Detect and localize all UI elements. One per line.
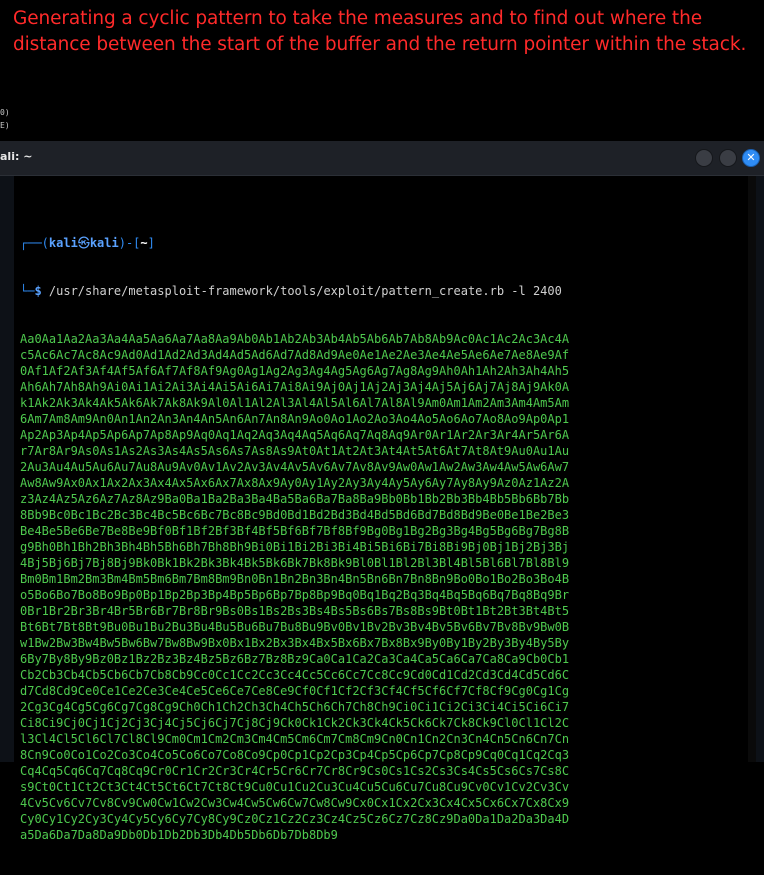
- output-line: Bt6Bt7Bt8Bt9Bu0Bu1Bu2Bu3Bu4Bu5Bu6Bu7Bu8B…: [20, 620, 570, 634]
- window-title: ali: ~: [0, 150, 33, 163]
- output-line: Cq4Cq5Cq6Cq7Cq8Cq9Cr0Cr1Cr2Cr3Cr4Cr5Cr6C…: [20, 764, 570, 778]
- output-line: 2Au3Au4Au5Au6Au7Au8Au9Av0Av1Av2Av3Av4Av5…: [20, 460, 570, 474]
- output-line: c5Ac6Ac7Ac8Ac9Ad0Ad1Ad2Ad3Ad4Ad5Ad6Ad7Ad…: [20, 348, 570, 362]
- caption-line-1: Generating a cyclic pattern to take the …: [13, 8, 702, 29]
- output-line: 0Br1Br2Br3Br4Br5Br6Br7Br8Br9Bs0Bs1Bs2Bs3…: [20, 604, 570, 618]
- output-line: 4Bj5Bj6Bj7Bj8Bj9Bk0Bk1Bk2Bk3Bk4Bk5Bk6Bk7…: [20, 556, 570, 570]
- prompt-corner: └─: [20, 284, 35, 298]
- output-line: Ci8Ci9Cj0Cj1Cj2Cj3Cj4Cj5Cj6Cj7Cj8Cj9Ck0C…: [20, 716, 570, 730]
- output-line: Aa0Aa1Aa2Aa3Aa4Aa5Aa6Aa7Aa8Aa9Ab0Ab1Ab2A…: [20, 332, 570, 346]
- output-line: 2Cg3Cg4Cg5Cg6Cg7Cg8Cg9Ch0Ch1Ch2Ch3Ch4Ch5…: [20, 700, 570, 714]
- output-line: Aw8Aw9Ax0Ax1Ax2Ax3Ax4Ax5Ax6Ax7Ax8Ax9Ay0A…: [20, 476, 570, 490]
- output-line: o5Bo6Bo7Bo8Bo9Bp0Bp1Bp2Bp3Bp4Bp5Bp6Bp7Bp…: [20, 588, 570, 602]
- output-line: Bm0Bm1Bm2Bm3Bm4Bm5Bm6Bm7Bm8Bm9Bn0Bn1Bn2B…: [20, 572, 570, 586]
- command-line: └─$ /usr/share/metasploit-framework/tool…: [20, 283, 750, 299]
- window-titlebar[interactable]: ali: ~ ✕: [0, 141, 764, 176]
- output-line: Be4Be5Be6Be7Be8Be9Bf0Bf1Bf2Bf3Bf4Bf5Bf6B…: [20, 524, 570, 538]
- prompt-user: kali: [48, 236, 78, 250]
- prompt-dir: ~: [140, 236, 148, 250]
- prompt-mid: )-[: [118, 236, 141, 250]
- output-line: a5Da6Da7Da8Da9Db0Db1Db2Db3Db4Db5Db6Db7Db…: [20, 828, 338, 842]
- output-line: 8Bb9Bc0Bc1Bc2Bc3Bc4Bc5Bc6Bc7Bc8Bc9Bd0Bd1…: [20, 508, 570, 522]
- output-line: d7Cd8Cd9Ce0Ce1Ce2Ce3Ce4Ce5Ce6Ce7Ce8Ce9Cf…: [20, 684, 570, 698]
- output-line: Cb2Cb3Cb4Cb5Cb6Cb7Cb8Cb9Cc0Cc1Cc2Cc3Cc4C…: [20, 668, 570, 682]
- output-line: Cy0Cy1Cy2Cy3Cy4Cy5Cy6Cy7Cy8Cy9Cz0Cz1Cz2C…: [20, 812, 570, 826]
- caption-line-2: distance between the start of the buffer…: [13, 34, 747, 55]
- prompt-open: ┌──(: [20, 236, 49, 250]
- terminal-window: ali: ~ ✕ ┌──(kali㉿kali)-[~] └─$ /usr/sha…: [0, 141, 764, 842]
- prompt-close: ]: [147, 236, 155, 250]
- prompt-host: kali: [89, 236, 119, 250]
- close-button[interactable]: ✕: [742, 149, 760, 167]
- minimize-button[interactable]: [695, 149, 713, 167]
- annotation-caption: Generating a cyclic pattern to take the …: [13, 6, 758, 58]
- terminal-scrollbar[interactable]: [748, 176, 756, 762]
- pattern-output: Aa0Aa1Aa2Aa3Aa4Aa5Aa6Aa7Aa8Aa9Ab0Ab1Ab2A…: [20, 331, 750, 843]
- prompt-sign: $: [34, 284, 42, 298]
- output-line: 4Cv5Cv6Cv7Cv8Cv9Cw0Cw1Cw2Cw3Cw4Cw5Cw6Cw7…: [20, 796, 570, 810]
- output-line: r7Ar8Ar9As0As1As2As3As4As5As6As7As8As9At…: [20, 444, 570, 458]
- maximize-button[interactable]: [719, 149, 737, 167]
- output-line: 6By7By8By9Bz0Bz1Bz2Bz3Bz4Bz5Bz6Bz7Bz8Bz9…: [20, 652, 570, 666]
- output-line: Ap2Ap3Ap4Ap5Ap6Ap7Ap8Ap9Aq0Aq1Aq2Aq3Aq4A…: [20, 428, 570, 442]
- terminal-area[interactable]: ┌──(kali㉿kali)-[~] └─$ /usr/share/metasp…: [14, 176, 756, 842]
- terminal-content[interactable]: ┌──(kali㉿kali)-[~] └─$ /usr/share/metasp…: [20, 203, 750, 875]
- output-line: Ah6Ah7Ah8Ah9Ai0Ai1Ai2Ai3Ai4Ai5Ai6Ai7Ai8A…: [20, 380, 570, 394]
- output-line: z3Az4Az5Az6Az7Az8Az9Ba0Ba1Ba2Ba3Ba4Ba5Ba…: [20, 492, 570, 506]
- output-line: 6Am7Am8Am9An0An1An2An3An4An5An6An7An8An9…: [20, 412, 570, 426]
- background-fragment: 0): [0, 108, 10, 117]
- output-line: w1Bw2Bw3Bw4Bw5Bw6Bw7Bw8Bw9Bx0Bx1Bx2Bx3Bx…: [20, 636, 570, 650]
- output-line: g9Bh0Bh1Bh2Bh3Bh4Bh5Bh6Bh7Bh8Bh9Bi0Bi1Bi…: [20, 540, 570, 554]
- command-text: /usr/share/metasploit-framework/tools/ex…: [41, 284, 562, 298]
- output-line: s9Ct0Ct1Ct2Ct3Ct4Ct5Ct6Ct7Ct8Ct9Cu0Cu1Cu…: [20, 780, 570, 794]
- background-fragment: E): [0, 121, 10, 130]
- output-line: 0Af1Af2Af3Af4Af5Af6Af7Af8Af9Ag0Ag1Ag2Ag3…: [20, 364, 570, 378]
- kali-skull-icon: ㉿: [77, 236, 90, 250]
- close-icon: ✕: [746, 151, 756, 164]
- output-line: 8Cn9Co0Co1Co2Co3Co4Co5Co6Co7Co8Co9Cp0Cp1…: [20, 748, 570, 762]
- output-line: l3Cl4Cl5Cl6Cl7Cl8Cl9Cm0Cm1Cm2Cm3Cm4Cm5Cm…: [20, 732, 570, 746]
- output-line: k1Ak2Ak3Ak4Ak5Ak6Ak7Ak8Ak9Al0Al1Al2Al3Al…: [20, 396, 570, 410]
- prompt-line: ┌──(kali㉿kali)-[~]: [20, 235, 750, 251]
